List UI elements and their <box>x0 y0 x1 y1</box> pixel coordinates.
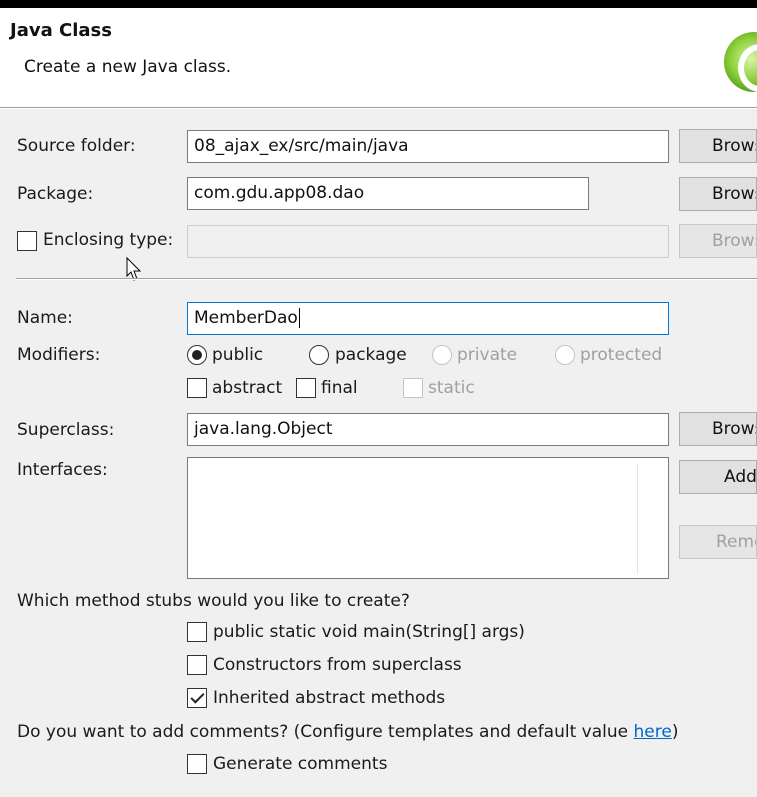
source-folder-browse-button[interactable]: Browse... <box>679 129 757 163</box>
window-top-edge <box>0 0 757 8</box>
interfaces-remove-button: Remove <box>679 525 757 559</box>
comments-question-close: ) <box>671 722 679 742</box>
interfaces-add-button[interactable]: Add... <box>679 460 757 494</box>
name-input-value: MemberDao <box>194 308 298 328</box>
page-title: Java Class <box>10 20 112 41</box>
enclosing-type-checkbox[interactable] <box>17 231 37 251</box>
page-description: Create a new Java class. <box>24 57 232 77</box>
modifier-static-checkbox <box>403 378 423 398</box>
enclosing-type-label: Enclosing type: <box>43 230 174 250</box>
modifier-package-radio[interactable] <box>309 345 329 365</box>
wizard-header: Java Class Create a new Java class. <box>0 8 757 108</box>
wizard-body: Source folder: 08_ajax_ex/src/main/java … <box>0 109 757 797</box>
modifier-protected-radio <box>555 345 575 365</box>
generate-comments-label: Generate comments <box>213 754 388 774</box>
modifier-package-label: package <box>335 345 407 365</box>
stub-main-checkbox[interactable] <box>187 622 207 642</box>
superclass-browse-button[interactable]: Browse... <box>679 412 757 446</box>
package-browse-button[interactable]: Browse... <box>679 177 757 211</box>
modifier-protected-label: protected <box>580 345 663 365</box>
superclass-label: Superclass: <box>17 420 115 440</box>
interfaces-list[interactable] <box>187 457 669 579</box>
text-caret <box>298 308 300 328</box>
package-input[interactable]: com.gdu.app08.dao <box>187 177 589 210</box>
modifier-public-radio[interactable] <box>187 345 207 365</box>
enclosing-type-browse-button: Browse... <box>679 224 757 258</box>
superclass-input[interactable]: java.lang.Object <box>187 413 669 446</box>
modifier-abstract-checkbox[interactable] <box>187 378 207 398</box>
interfaces-label: Interfaces: <box>17 460 108 480</box>
java-class-wizard-icon <box>724 32 757 92</box>
modifier-final-checkbox[interactable] <box>296 378 316 398</box>
stub-inherited-abstract-label: Inherited abstract methods <box>213 688 446 708</box>
source-folder-input[interactable]: 08_ajax_ex/src/main/java <box>187 130 669 163</box>
modifier-private-radio <box>432 345 452 365</box>
modifier-static-label: static <box>428 378 475 398</box>
package-label: Package: <box>17 184 94 204</box>
modifiers-label: Modifiers: <box>17 345 101 365</box>
generate-comments-checkbox[interactable] <box>187 754 207 774</box>
method-stubs-question: Which method stubs would you like to cre… <box>17 591 410 611</box>
comments-question-text: Do you want to add comments? (Configure … <box>17 722 634 742</box>
enclosing-type-input <box>187 225 669 258</box>
configure-templates-link[interactable]: here <box>634 722 672 742</box>
name-input[interactable]: MemberDao <box>187 302 669 335</box>
section-separator <box>16 278 757 280</box>
modifier-private-label: private <box>457 345 518 365</box>
comments-question: Do you want to add comments? (Configure … <box>17 722 678 742</box>
stub-constructors-label: Constructors from superclass <box>213 655 462 675</box>
stub-main-label: public static void main(String[] args) <box>213 622 525 642</box>
name-label: Name: <box>17 308 73 328</box>
stub-constructors-checkbox[interactable] <box>187 655 207 675</box>
interfaces-list-divider <box>637 464 638 574</box>
modifier-public-label: public <box>212 345 264 365</box>
source-folder-label: Source folder: <box>17 136 136 156</box>
modifier-abstract-label: abstract <box>212 378 283 398</box>
modifier-final-label: final <box>321 378 358 398</box>
stub-inherited-abstract-checkbox[interactable] <box>187 688 207 708</box>
